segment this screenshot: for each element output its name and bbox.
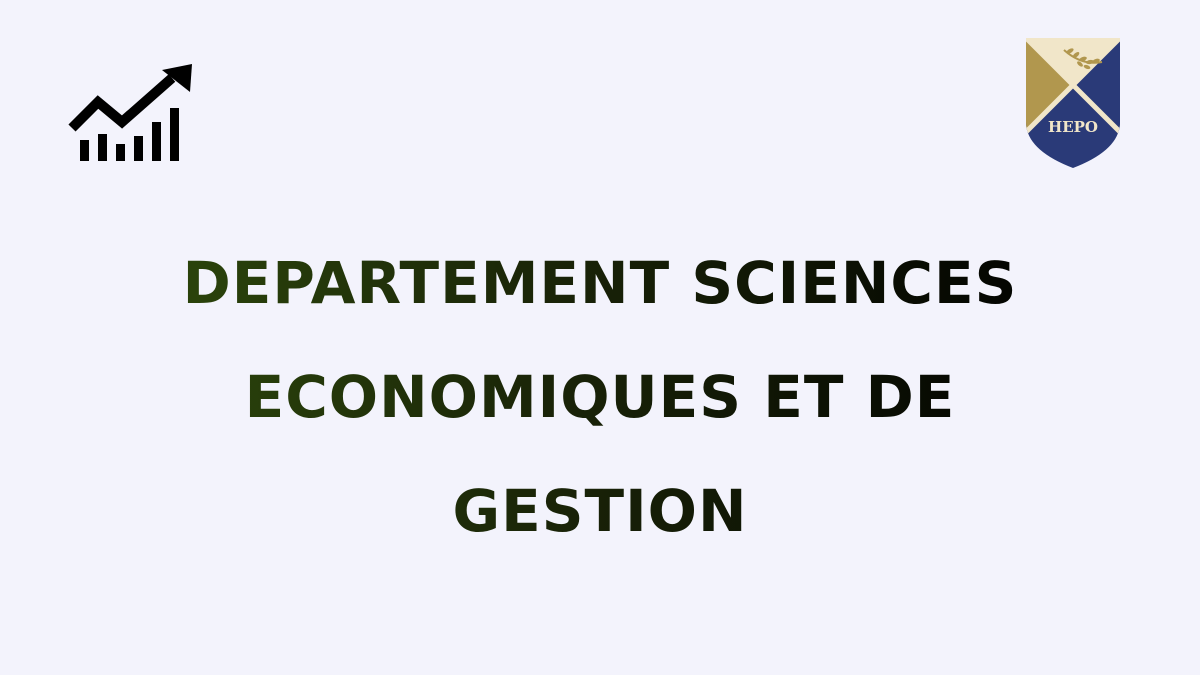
page-title: DEPARTEMENT SCIENCES ECONOMIQUES ET DE G… bbox=[100, 226, 1100, 568]
hepo-logo: HEPO bbox=[1026, 38, 1120, 168]
logo-text: HEPO bbox=[1048, 118, 1098, 136]
growth-chart-icon bbox=[68, 64, 192, 161]
